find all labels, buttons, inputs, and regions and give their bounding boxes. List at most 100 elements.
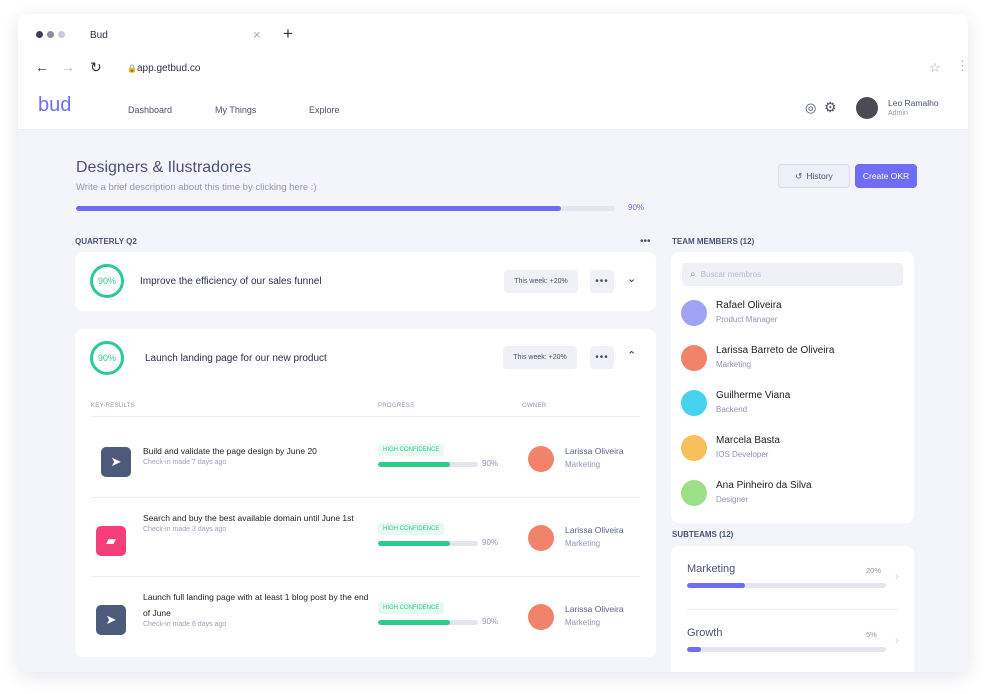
owner-name[interactable]: Larissa Oliveira (565, 446, 624, 456)
browser-chrome: Bud × + ← → ↻ 🔒 app.getbud.co ☆ ⋮ bud Da… (18, 14, 968, 130)
tab-title[interactable]: Bud (90, 30, 108, 41)
header-owner: OWNER (522, 403, 547, 409)
history-icon: ↺ (795, 170, 803, 181)
chevron-right-icon[interactable]: › (895, 635, 899, 647)
page-title: Designers & Ilustradores (76, 159, 252, 176)
member-name: Larissa Barreto de Oliveira (716, 345, 835, 356)
objective-progress-ring: 90% (90, 341, 124, 375)
checkin-text: Check-in made 3 days ago (143, 526, 227, 533)
team-description[interactable]: Write a brief description about this tim… (76, 182, 317, 193)
owner-avatar (528, 446, 554, 472)
paper-plane-icon: ➤ (96, 605, 126, 635)
nav-dashboard[interactable]: Dashboard (128, 105, 172, 115)
objective-title: Improve the efficiency of our sales funn… (140, 276, 322, 287)
checkin-text: Check-in made 7 days ago (143, 459, 227, 466)
subteams-title: SUBTEAMS (12) (672, 530, 734, 539)
subteam-name: Growth (687, 627, 723, 639)
user-name: Leo Ramalho (888, 98, 939, 108)
objective-card-expanded: 90% Launch landing page for our new prod… (75, 329, 656, 657)
owner-role: Marketing (565, 460, 601, 469)
objective-card[interactable]: 90% Improve the efficiency of our sales … (75, 252, 656, 311)
member-item[interactable]: Guilherme Viana Backend (681, 389, 903, 417)
subteam-item[interactable]: Growth 5% › (671, 624, 914, 672)
history-button[interactable]: ↺ History (778, 164, 850, 188)
key-result-title: Build and validate the page design by Ju… (143, 446, 317, 456)
key-result-text: Launch full landing page with at least 1… (143, 589, 373, 628)
member-name: Marcela Basta (716, 435, 780, 446)
divider (91, 416, 640, 417)
member-item[interactable]: Larissa Barreto de Oliveira Marketing (681, 344, 903, 372)
subteam-progress-bar (687, 583, 886, 588)
member-avatar (681, 435, 707, 461)
team-members-title: TEAM MEMBERS (12) (672, 237, 755, 246)
confidence-badge: HIGH CONFIDENCE (378, 523, 445, 535)
reload-icon[interactable]: ↻ (90, 59, 102, 76)
member-item[interactable]: Ana Pinheiro da Silva Designer (681, 479, 903, 507)
kebab-menu-icon[interactable]: ⋮ (956, 58, 968, 74)
member-item[interactable]: Rafael Oliveira Product Manager (681, 299, 903, 327)
window-dot[interactable] (47, 31, 54, 38)
subteams-card: Marketing 20% › Growth 5% › (671, 546, 914, 672)
member-name: Ana Pinheiro da Silva (716, 480, 812, 491)
chevron-right-icon[interactable]: › (895, 571, 899, 583)
objective-more-button[interactable]: ••• (590, 346, 614, 369)
window-dot[interactable] (58, 31, 65, 38)
key-result-progress-label: 90% (482, 617, 499, 626)
chevron-down-icon[interactable]: ⌄ (627, 272, 636, 285)
subteam-progress-label: 5% (866, 630, 877, 639)
key-result-progress-label: 90% (482, 459, 499, 468)
member-role: Product Manager (716, 315, 778, 324)
owner-name[interactable]: Larissa Oliveira (565, 525, 624, 535)
lock-icon: 🔒 (127, 64, 137, 73)
bookmark-icon: ▰ (96, 526, 126, 556)
gear-icon[interactable]: ⚙ (824, 99, 837, 116)
subteam-name: Marketing (687, 563, 736, 575)
bud-logo[interactable]: bud (38, 94, 71, 117)
key-result-text: Build and validate the page design by Ju… (143, 443, 373, 466)
owner-avatar (528, 525, 554, 551)
owner-avatar (528, 604, 554, 630)
url-bar[interactable]: app.getbud.co (137, 63, 200, 74)
owner-name[interactable]: Larissa Oliveira (565, 604, 624, 614)
team-progress-bar (76, 206, 615, 211)
subteam-item[interactable]: Marketing 20% › (671, 560, 914, 610)
member-avatar (681, 390, 707, 416)
member-item[interactable]: Marcela Basta IOS Developer (681, 434, 903, 462)
window-dot[interactable] (36, 31, 43, 38)
subteam-progress-label: 20% (866, 566, 882, 575)
close-tab-icon[interactable]: × (253, 27, 261, 42)
member-role: IOS Developer (716, 450, 769, 459)
user-avatar[interactable] (856, 97, 878, 119)
search-icon: ⌕ (690, 269, 696, 280)
key-result-progress-label: 90% (482, 538, 499, 547)
member-search-input[interactable]: ⌕ Buscar membros (682, 263, 903, 286)
key-result-progress-bar (378, 541, 478, 546)
quarter-label: QUARTERLY Q2 (75, 237, 137, 246)
nav-explore[interactable]: Explore (309, 105, 340, 115)
create-okr-button[interactable]: Create OKR (855, 164, 917, 188)
chevron-up-icon[interactable]: ⌃ (627, 349, 636, 362)
new-tab-icon[interactable]: + (283, 24, 293, 44)
forward-icon[interactable]: → (61, 59, 75, 75)
key-result-text: Search and buy the best available domain… (143, 510, 373, 533)
objective-more-button[interactable]: ••• (590, 270, 614, 293)
history-label: History (806, 171, 833, 181)
back-icon[interactable]: ← (35, 59, 49, 75)
key-result-title: Launch full landing page with at least 1… (143, 592, 369, 618)
help-icon[interactable]: ◎ (805, 100, 816, 116)
weekly-change-badge: This week: +20% (504, 270, 578, 293)
member-name: Rafael Oliveira (716, 300, 782, 311)
star-icon[interactable]: ☆ (929, 60, 941, 76)
owner-role: Marketing (565, 618, 601, 627)
member-name: Guilherme Viana (716, 390, 791, 401)
quarter-more-icon[interactable]: ••• (640, 236, 651, 247)
key-result-progress-bar (378, 462, 478, 467)
key-result-progress-bar (378, 620, 478, 625)
key-result-row[interactable]: ➤ Launch full landing page with at least… (75, 577, 656, 656)
key-result-row[interactable]: ➤ Build and validate the page design by … (75, 419, 656, 498)
nav-my-things[interactable]: My Things (215, 105, 256, 115)
objective-title[interactable]: Launch landing page for our new product (145, 353, 327, 364)
key-result-row[interactable]: ▰ Search and buy the best available doma… (75, 498, 656, 577)
confidence-badge: HIGH CONFIDENCE (378, 444, 445, 456)
owner-role: Marketing (565, 539, 601, 548)
